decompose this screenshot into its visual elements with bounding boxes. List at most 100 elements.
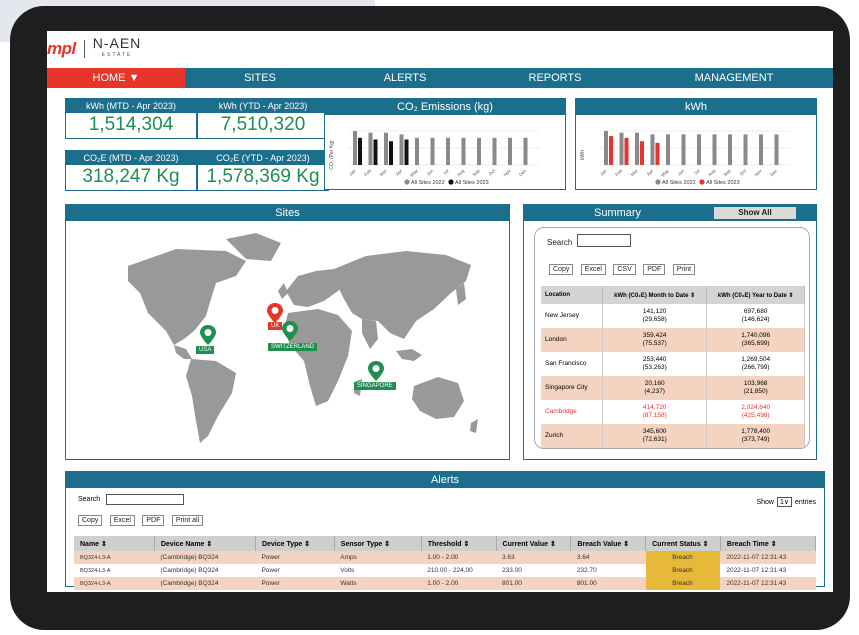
alert-cell: 2022-11-07 12:31:43 (726, 567, 787, 574)
excel-button[interactable]: Excel (109, 515, 135, 526)
chart-bar[interactable] (774, 134, 779, 165)
chart-bar[interactable] (508, 137, 512, 165)
location-pin-icon (267, 303, 283, 323)
entries-control: Show 1∨ entries (756, 497, 816, 507)
pin-uk[interactable]: UK (267, 303, 283, 330)
alerts-col-header[interactable]: Breach Time ⇕ (720, 536, 817, 551)
col-year-to-date[interactable]: kWh (C0₂E) Year to Date ⇕ (706, 286, 805, 304)
alerts-col-header[interactable]: Current Status ⇕ (645, 536, 721, 551)
chart-bar[interactable] (609, 136, 613, 165)
summary-mtd-value: 253,440 (642, 356, 667, 363)
new-zealand-shape (470, 419, 478, 433)
chart-tick-label: Feb (363, 168, 372, 177)
chart-bar[interactable] (492, 137, 497, 165)
alerts-col-header[interactable]: Current Value ⇕ (496, 536, 572, 551)
chart-bar[interactable] (446, 137, 450, 165)
alerts-col-header[interactable]: Device Type ⇕ (255, 536, 335, 551)
chart-bar[interactable] (681, 134, 686, 165)
alerts-col-header[interactable]: Device Name ⇕ (154, 536, 256, 551)
chart-bar[interactable] (373, 139, 378, 166)
status-badge: Breach (645, 564, 721, 577)
chart-bar[interactable] (619, 132, 624, 165)
alerts-col-header[interactable]: Sensor Type ⇕ (334, 536, 422, 551)
show-all-button[interactable]: Show All (714, 207, 796, 219)
alert-cell: 210.00 - 224.00 (427, 567, 473, 574)
chart-bar[interactable] (655, 142, 660, 165)
alerts-search-input[interactable] (106, 494, 184, 505)
chart-bar[interactable] (404, 139, 409, 166)
nav-reports[interactable]: REPORTS (475, 68, 635, 88)
pin-usa[interactable]: USA (196, 325, 216, 354)
summary-row: Cambridge 414,720 (87,158) 2,024,640 (425,49… (541, 400, 805, 424)
excel-button[interactable]: Excel (580, 264, 606, 275)
alert-row[interactable]: BQ324-L3-A (Cambridge) BQ324 Power Amps 1.00… (74, 551, 816, 564)
summary-ytd: 1,740,096 (365,699) (706, 328, 805, 352)
alert-cell: Power (255, 577, 335, 590)
legend-label: All Sites 2023 (706, 180, 740, 186)
summary-ytd: 1,269,504 (266,799) (706, 352, 805, 376)
pdf-button[interactable]: PDF (643, 264, 666, 275)
alert-cell: Volts (340, 567, 355, 574)
summary-mtd-value: 345,600 (642, 428, 667, 435)
alert-row[interactable]: BQ324-L3-A (Cambridge) BQ324 Power Volts 210… (74, 564, 816, 577)
chart-bar[interactable] (743, 134, 748, 165)
nav-sites[interactable]: SITES (185, 68, 335, 88)
copy-button[interactable]: Copy (549, 264, 574, 275)
summary-ytd-value: 1,740,096 (741, 332, 771, 339)
indonesia-shape (396, 349, 422, 361)
summary-ytd-value: 2,024,640 (741, 404, 771, 411)
alerts-col-header[interactable]: Name ⇕ (74, 536, 155, 551)
csv-button[interactable]: CSV (613, 264, 636, 275)
kpi-label: CO₂E (MTD - Apr 2023) (66, 151, 196, 165)
nav-management[interactable]: MANAGEMENT (635, 68, 833, 88)
alerts-table: Name ⇕ Device Name ⇕ Device Type ⇕ Sensor T… (74, 536, 817, 590)
summary-panel: Summary Show All Search Copy Excel CSV P… (523, 204, 817, 460)
chart-bar[interactable] (353, 131, 357, 165)
chart-bar[interactable] (415, 137, 419, 165)
chart-bar[interactable] (650, 134, 655, 165)
chart-bar[interactable] (384, 132, 388, 165)
chart-bar[interactable] (399, 134, 404, 165)
chart-bar[interactable] (728, 134, 732, 165)
pdf-button[interactable]: PDF (142, 515, 165, 526)
alert-row[interactable]: BQ324-L3-A (Cambridge) BQ324 Power Watts 1.0… (74, 577, 816, 590)
chart-tick-label: Jul (693, 168, 701, 176)
co2-chart: CO₂ (Per Kg) Jan Feb Mar Apr May Jun Jul Aug Sep O… (329, 130, 539, 186)
nav-alerts[interactable]: ALERTS (335, 68, 475, 88)
col-month-to-date[interactable]: kWh (C0₂E) Month to Date ⇕ (602, 286, 708, 304)
entries-label: entries (794, 498, 816, 506)
alerts-col-header[interactable]: Breach Value ⇕ (570, 536, 647, 551)
pin-label-usa: USA (196, 346, 215, 354)
col-location[interactable]: Location (541, 286, 603, 304)
chart-bar[interactable] (666, 134, 670, 165)
chart-bar[interactable] (368, 132, 373, 165)
pin-singapore[interactable]: SINGAPORE (354, 361, 396, 390)
chart-bar[interactable] (604, 131, 608, 165)
chart-bar[interactable] (640, 141, 644, 165)
chart-bar[interactable] (430, 137, 435, 165)
summary-search-input[interactable] (577, 234, 631, 247)
copy-button[interactable]: Copy (78, 515, 103, 526)
chart-bar[interactable] (461, 137, 466, 165)
pin-switzerland[interactable]: SWITZERLAND (268, 321, 318, 351)
alerts-col-header[interactable]: Threshold ⇕ (421, 536, 497, 551)
chart-bar[interactable] (624, 137, 629, 165)
chart-bar[interactable] (759, 134, 763, 165)
status-badge: Breach (645, 551, 721, 564)
chart-bar[interactable] (477, 137, 481, 165)
summary-ytd: 697,680 (146,624) (706, 304, 805, 328)
chart-bar[interactable] (697, 134, 701, 165)
chart-bar[interactable] (523, 137, 528, 165)
nav-home[interactable]: HOME ▼ (47, 68, 185, 88)
chart-bar[interactable] (358, 137, 362, 165)
summary-ytd-value: 1,269,504 (741, 356, 771, 363)
chart-tick-label: Oct (739, 168, 748, 177)
print-button[interactable]: Print (672, 264, 696, 275)
south-america-shape (186, 359, 236, 443)
entries-select[interactable]: 1∨ (776, 497, 792, 507)
alert-cell: 233.00 (502, 567, 522, 574)
chart-bar[interactable] (389, 141, 393, 165)
chart-bar[interactable] (635, 132, 639, 165)
chart-bar[interactable] (712, 134, 717, 165)
print-all-button[interactable]: Print all (171, 515, 204, 526)
